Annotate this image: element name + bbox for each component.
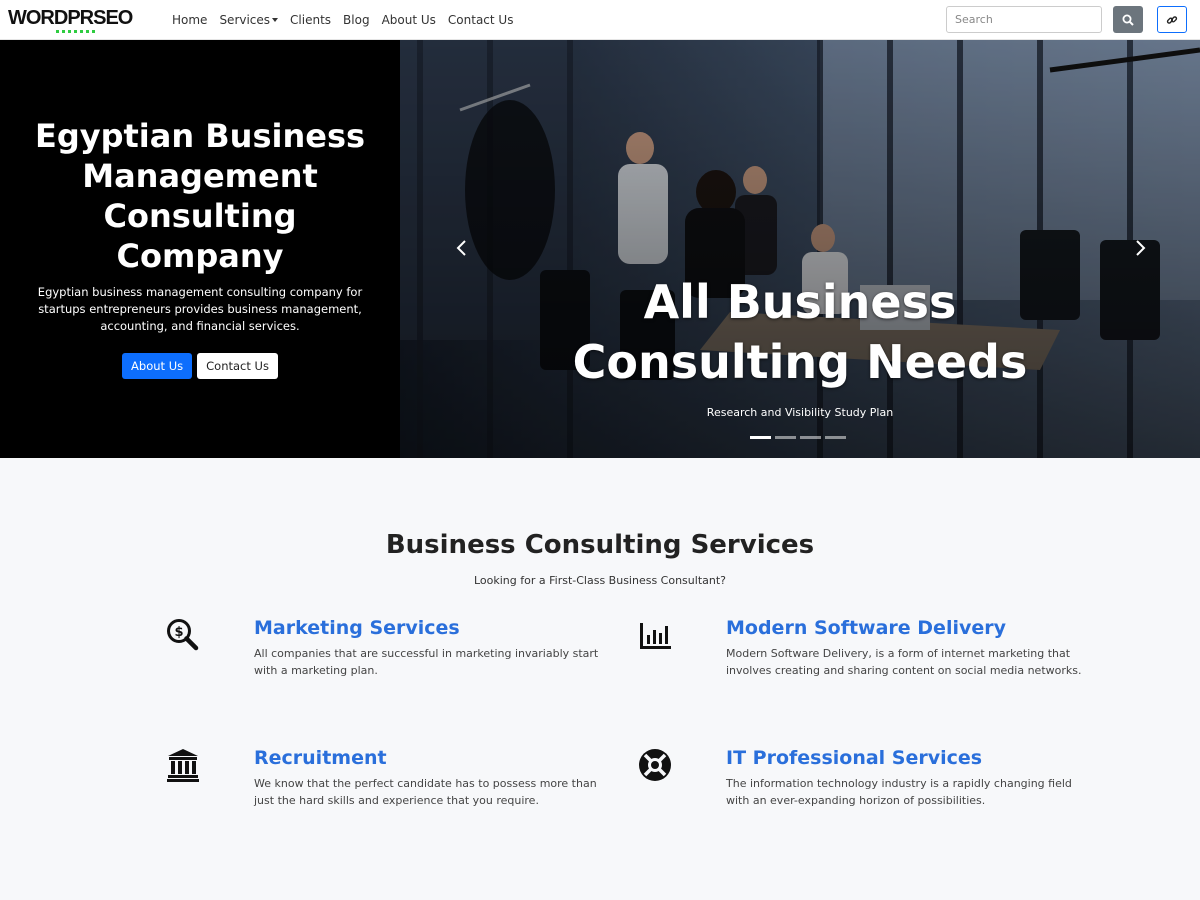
service-marketing: $ Marketing Services All companies that … — [167, 617, 614, 679]
about-us-button[interactable]: About Us — [122, 353, 193, 379]
service-title[interactable]: IT Professional Services — [726, 747, 1086, 769]
bank-icon — [167, 749, 199, 782]
carousel-indicator-4[interactable] — [825, 436, 846, 439]
service-text: The information technology industry is a… — [726, 777, 1072, 807]
search-icon — [1122, 14, 1134, 26]
link-button[interactable] — [1157, 6, 1187, 33]
search-input[interactable] — [946, 6, 1102, 33]
caret-down-icon — [272, 18, 279, 22]
hero-title: Egyptian Business Management Consulting … — [34, 117, 366, 275]
nav-blog[interactable]: Blog — [343, 13, 370, 27]
navbar: WORDPRSEO Home Services Clients Blog Abo… — [0, 0, 1200, 40]
search-dollar-icon: $ — [167, 619, 199, 651]
caption-subtitle: Research and Visibility Study Plan — [706, 406, 894, 419]
nav-clients[interactable]: Clients — [290, 13, 331, 27]
service-it: IT Professional Services The information… — [639, 747, 1086, 809]
logo-text: WORDPRSEO — [8, 6, 133, 29]
service-title[interactable]: Marketing Services — [254, 617, 614, 639]
service-title[interactable]: Modern Software Delivery — [726, 617, 1086, 639]
service-recruitment: Recruitment We know that the perfect can… — [167, 747, 614, 809]
nav-contact[interactable]: Contact Us — [448, 13, 514, 27]
services-subtitle: Looking for a First-Class Business Consu… — [473, 574, 726, 587]
carousel-next-icon[interactable] — [1130, 238, 1150, 258]
svg-text:$: $ — [174, 625, 183, 640]
logo-dots — [56, 29, 158, 33]
search-button[interactable] — [1113, 6, 1143, 33]
nav-about[interactable]: About Us — [382, 13, 436, 27]
hero-intro: Egyptian Business Management Consulting … — [0, 40, 400, 458]
site-logo[interactable]: WORDPRSEO — [8, 7, 158, 33]
service-title[interactable]: Recruitment — [254, 747, 614, 769]
services-section: Business Consulting Services Looking for… — [0, 458, 1200, 847]
life-ring-icon — [639, 749, 671, 781]
nav-links: Home Services Clients Blog About Us Cont… — [172, 13, 513, 27]
bar-chart-icon — [640, 623, 671, 649]
carousel-indicator-2[interactable] — [775, 436, 796, 439]
contact-us-button[interactable]: Contact Us — [197, 353, 278, 379]
hero-section: Egyptian Business Management Consulting … — [0, 40, 1200, 458]
service-software: Modern Software Delivery Modern Software… — [640, 617, 1086, 679]
carousel-prev-icon[interactable] — [452, 238, 472, 258]
nav-home[interactable]: Home — [172, 13, 207, 27]
carousel-indicator-3[interactable] — [800, 436, 821, 439]
carousel-indicators — [750, 436, 846, 439]
link-icon — [1166, 15, 1178, 24]
caption-title: All Business Consulting Needs — [572, 275, 1028, 389]
services-title: Business Consulting Services — [385, 530, 815, 560]
nav-services-dropdown[interactable]: Services — [219, 12, 279, 27]
service-text: Modern Software Delivery, is a form of i… — [726, 647, 1082, 677]
nav-services-label: Services — [219, 12, 271, 27]
carousel-indicator-1[interactable] — [750, 436, 771, 439]
service-text: All companies that are successful in mar… — [254, 647, 599, 677]
carousel-caption: All Business Consulting Needs Research a… — [400, 272, 1200, 419]
hero-carousel: All Business Consulting Needs Research a… — [400, 40, 1200, 458]
service-text: We know that the perfect candidate has t… — [254, 777, 597, 807]
hero-description: Egyptian business management consulting … — [37, 285, 363, 333]
